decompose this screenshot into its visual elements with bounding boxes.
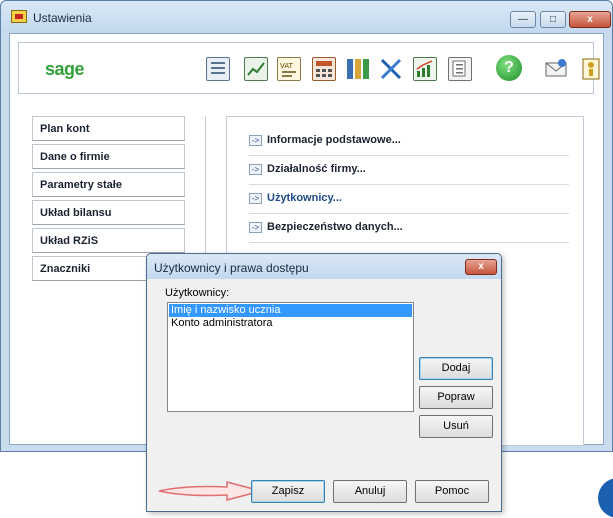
link-row-uzytkownicy[interactable]: -> Użytkownicy... [249, 188, 569, 214]
maximize-button[interactable]: □ [540, 11, 566, 28]
help-icon[interactable]: ? [496, 55, 522, 81]
dialog-titlebar[interactable]: Użytkownicy i prawa dostępu x [147, 254, 501, 279]
documents-icon[interactable] [448, 57, 472, 81]
delete-button[interactable]: Usuń [419, 415, 493, 438]
minimize-button[interactable]: — [510, 11, 536, 28]
edit-button[interactable]: Popraw [419, 386, 493, 409]
arrow-right-icon: -> [249, 193, 262, 204]
window-titlebar[interactable]: Ustawienia — □ x [1, 1, 612, 33]
users-listbox[interactable]: Imię i nazwisko ucznia Konto administrat… [167, 302, 414, 412]
users-label: Użytkownicy: [165, 287, 230, 299]
toolbar: sage VAT ? [18, 42, 600, 94]
decorative-corner-shape [598, 478, 613, 518]
link-uzytkownicy[interactable]: Użytkownicy... [267, 192, 342, 204]
dialog-body: Użytkownicy: Imię i nazwisko ucznia Kont… [151, 279, 497, 508]
link-row-dzialalnosc[interactable]: -> Działalność firmy... [249, 159, 569, 185]
binders-icon[interactable] [346, 57, 370, 81]
link-row-informacje[interactable]: -> Informacje podstawowe... [249, 130, 569, 156]
annotation-arrow [158, 481, 263, 501]
cancel-button[interactable]: Anuluj [333, 480, 407, 503]
info-icon[interactable] [579, 57, 603, 81]
list-item[interactable]: Konto administratora [169, 317, 412, 330]
close-button[interactable]: x [569, 11, 611, 28]
app-icon [11, 10, 27, 23]
svg-text:VAT: VAT [280, 62, 294, 70]
help-button[interactable]: Pomoc [415, 480, 489, 503]
users-dialog: Użytkownicy i prawa dostępu x Użytkownic… [146, 253, 502, 512]
vat-icon[interactable]: VAT [277, 57, 301, 81]
dialog-title: Użytkownicy i prawa dostępu [154, 261, 309, 275]
chart-icon[interactable] [244, 57, 268, 81]
trend-chart-icon[interactable] [413, 57, 437, 81]
link-bezpieczenstwo-danych[interactable]: Bezpieczeństwo danych... [267, 221, 403, 233]
arrow-right-icon: -> [249, 135, 262, 146]
save-button[interactable]: Zapisz [251, 480, 325, 503]
link-dzialalnosc-firmy[interactable]: Działalność firmy... [267, 163, 366, 175]
link-row-bezpieczenstwo[interactable]: -> Bezpieczeństwo danych... [249, 217, 569, 243]
menu-item-uklad-bilansu[interactable]: Układ bilansu [32, 200, 185, 225]
tools-icon[interactable] [379, 57, 403, 81]
window-title: Ustawienia [33, 11, 92, 25]
calculator-icon[interactable] [312, 57, 336, 81]
menu-item-dane-o-firmie[interactable]: Dane o firmie [32, 144, 185, 169]
list-item[interactable]: Imię i nazwisko ucznia [169, 304, 412, 317]
ledger-icon[interactable] [206, 57, 230, 81]
link-informacje-podstawowe[interactable]: Informacje podstawowe... [267, 134, 401, 146]
arrow-right-icon: -> [249, 164, 262, 175]
menu-item-plan-kont[interactable]: Plan kont [32, 116, 185, 141]
mail-icon[interactable] [544, 57, 568, 81]
arrow-right-icon: -> [249, 222, 262, 233]
sage-logo: sage [45, 59, 85, 79]
menu-item-parametry-stale[interactable]: Parametry stałe [32, 172, 185, 197]
dialog-close-button[interactable]: x [465, 259, 497, 275]
add-button[interactable]: Dodaj [419, 357, 493, 380]
menu-item-uklad-rzis[interactable]: Układ RZiS [32, 228, 185, 253]
